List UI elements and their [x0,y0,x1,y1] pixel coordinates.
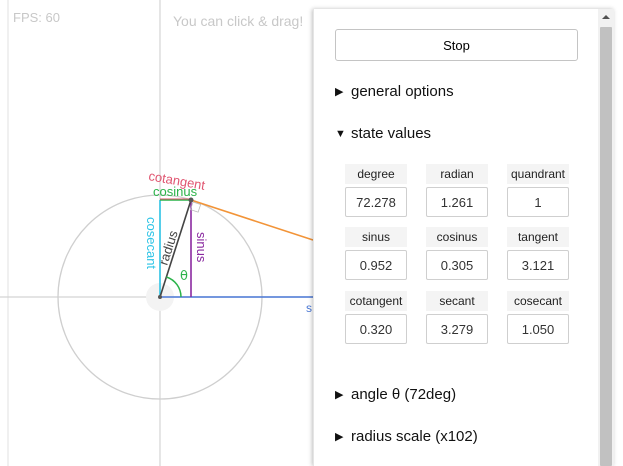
section-radius-scale[interactable]: ▶ radius scale (x102) [335,428,478,445]
secant-label: s [306,301,312,315]
state-value: 1 [507,187,569,217]
state-label: tangent [507,227,569,247]
state-value: 1.261 [426,187,488,217]
state-label: degree [345,164,407,184]
cosinus-label: cosinus [153,184,198,199]
state-value: 0.320 [345,314,407,344]
triangle-right-icon: ▶ [335,389,344,401]
state-value: 72.278 [345,187,407,217]
state-label: quandrant [507,164,569,184]
state-label: sinus [345,227,407,247]
state-cell-secant: secant 3.279 [426,291,488,344]
state-cell-cosecant: cosecant 1.050 [507,291,569,344]
theta-label: θ [180,269,188,284]
section-general-label: general options [351,83,454,100]
state-cell-cosinus: cosinus 0.305 [426,227,488,280]
state-label: radian [426,164,488,184]
triangle-right-icon: ▶ [335,86,344,98]
state-value: 3.279 [426,314,488,344]
fps-counter: FPS: 60 [13,10,60,25]
section-angle-label: angle θ (72deg) [351,386,457,403]
triangle-down-icon: ▼ [335,127,346,140]
state-cell-tangent: tangent 3.121 [507,227,569,280]
state-value: 1.050 [507,314,569,344]
origin-point [158,295,162,299]
state-cell-sinus: sinus 0.952 [345,227,407,280]
sinus-label: sinus [194,232,209,263]
state-cell-radian: radian 1.261 [426,164,488,217]
drag-hint: You can click & drag! [173,13,304,29]
triangle-right-icon: ▶ [335,431,344,443]
state-value: 0.952 [345,250,407,280]
section-state-values[interactable]: ▼ state values [335,125,431,142]
section-general-options[interactable]: ▶ general options [335,83,454,100]
right-angle-marker [190,201,202,213]
state-label: cosecant [507,291,569,311]
section-radius-label: radius scale (x102) [351,428,478,445]
stop-button[interactable]: Stop [335,29,578,61]
chevron-up-icon[interactable] [598,9,614,25]
section-angle[interactable]: ▶ angle θ (72deg) [335,386,456,403]
state-value: 0.305 [426,250,488,280]
panel-scrollbar[interactable] [598,9,614,466]
state-label: cosinus [426,227,488,247]
state-cell-quandrant: quandrant 1 [507,164,569,217]
section-state-label: state values [351,125,432,142]
controls-panel: Stop ▶ general options ▼ state values de… [313,9,614,466]
state-cell-degree: degree 72.278 [345,164,407,217]
scrollbar-thumb[interactable] [600,27,612,466]
state-label: secant [426,291,488,311]
state-cell-cotangent: cotangent 0.320 [345,291,407,344]
state-value: 3.121 [507,250,569,280]
state-label: cotangent [345,291,407,311]
app-stage: s θ cotangent cosinus cosecant radius si… [0,0,623,466]
